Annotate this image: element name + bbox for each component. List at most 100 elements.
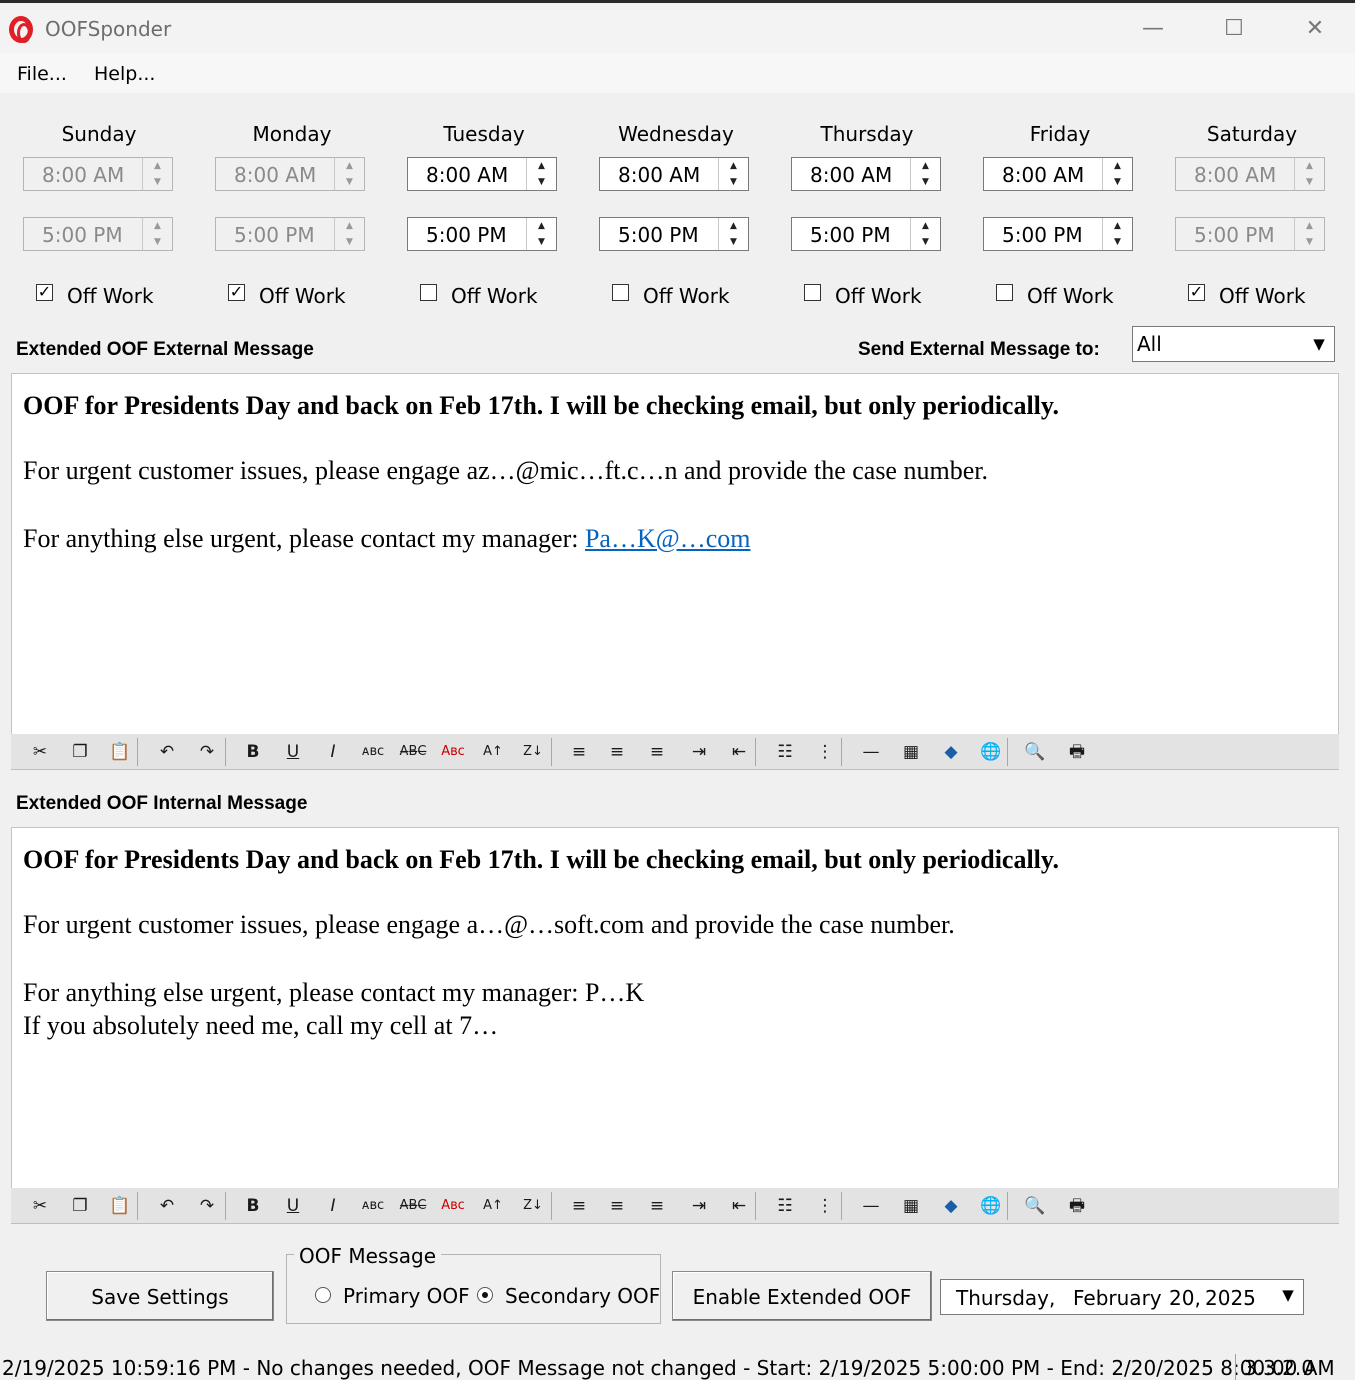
strikethrough-icon[interactable]: A̶B̶C̶: [397, 736, 429, 768]
table-icon[interactable]: ▦: [895, 736, 927, 768]
redo-icon[interactable]: ↷: [191, 1190, 223, 1222]
numbered-list-icon[interactable]: ⋮: [809, 1190, 841, 1222]
align-right-icon[interactable]: ≡: [641, 736, 673, 768]
spin-up-icon[interactable]: ▲: [911, 218, 940, 234]
horizontal-rule-icon[interactable]: —: [855, 1190, 887, 1222]
spin-down-icon[interactable]: ▼: [1103, 174, 1132, 190]
time-spinner[interactable]: ▲ ▼: [910, 218, 940, 250]
shrink-font-icon[interactable]: Z↓: [517, 1190, 549, 1222]
find-icon[interactable]: 🔍: [1019, 1190, 1051, 1222]
spin-up-icon[interactable]: ▲: [1295, 158, 1324, 174]
table-icon[interactable]: ▦: [895, 1190, 927, 1222]
checkbox-box[interactable]: [612, 284, 629, 301]
font-color-icon[interactable]: Aʙᴄ: [437, 1190, 469, 1222]
spin-up-icon[interactable]: ▲: [143, 218, 172, 234]
start-time-saturday[interactable]: 8:00 AM ▲ ▼: [1175, 157, 1325, 191]
time-spinner[interactable]: ▲ ▼: [142, 158, 172, 190]
underline-icon[interactable]: U: [277, 736, 309, 768]
spin-up-icon[interactable]: ▲: [335, 218, 364, 234]
bullet-list-icon[interactable]: ☷: [769, 736, 801, 768]
horizontal-rule-icon[interactable]: —: [855, 736, 887, 768]
time-spinner[interactable]: ▲ ▼: [910, 158, 940, 190]
print-icon[interactable]: 🖶: [1061, 1190, 1093, 1222]
spin-up-icon[interactable]: ▲: [719, 158, 748, 174]
spin-down-icon[interactable]: ▼: [335, 234, 364, 250]
start-time-sunday[interactable]: 8:00 AM ▲ ▼: [23, 157, 173, 191]
spin-up-icon[interactable]: ▲: [335, 158, 364, 174]
paste-icon[interactable]: 📋: [104, 1190, 136, 1222]
start-time-monday[interactable]: 8:00 AM ▲ ▼: [215, 157, 365, 191]
date-month[interactable]: February: [1073, 1286, 1162, 1310]
end-time-wednesday[interactable]: 5:00 PM ▲ ▼: [599, 217, 749, 251]
copy-icon[interactable]: ❐: [64, 736, 96, 768]
spin-down-icon[interactable]: ▼: [911, 234, 940, 250]
time-spinner[interactable]: ▲ ▼: [1294, 158, 1324, 190]
time-spinner[interactable]: ▲ ▼: [334, 218, 364, 250]
time-spinner[interactable]: ▲ ▼: [526, 158, 556, 190]
align-right-icon[interactable]: ≡: [641, 1190, 673, 1222]
bold-icon[interactable]: B: [237, 736, 269, 768]
outdent-icon[interactable]: ⇤: [723, 736, 755, 768]
grow-font-icon[interactable]: A↑: [477, 736, 509, 768]
cut-icon[interactable]: ✂: [24, 1190, 56, 1222]
time-spinner[interactable]: ▲ ▼: [718, 218, 748, 250]
manager-email-link[interactable]: Pa…K@…com: [585, 524, 750, 553]
chevron-down-icon[interactable]: ▼: [1308, 335, 1330, 355]
spin-down-icon[interactable]: ▼: [527, 234, 556, 250]
copy-icon[interactable]: ❐: [64, 1190, 96, 1222]
spin-down-icon[interactable]: ▼: [143, 234, 172, 250]
menu-help[interactable]: Help...: [94, 63, 155, 85]
italic-icon[interactable]: I: [317, 736, 349, 768]
title-bar[interactable]: OOFSponder — ☐ ✕: [0, 3, 1355, 53]
start-time-wednesday[interactable]: 8:00 AM ▲ ▼: [599, 157, 749, 191]
find-icon[interactable]: 🔍: [1019, 736, 1051, 768]
print-icon[interactable]: 🖶: [1061, 736, 1093, 768]
image-icon[interactable]: ◆: [935, 736, 967, 768]
checkbox-box[interactable]: [804, 284, 821, 301]
save-settings-button[interactable]: Save Settings: [46, 1271, 274, 1321]
spin-down-icon[interactable]: ▼: [911, 174, 940, 190]
checkbox-box[interactable]: ✓: [228, 284, 245, 301]
undo-icon[interactable]: ↶: [151, 1190, 183, 1222]
grow-font-icon[interactable]: A↑: [477, 1190, 509, 1222]
time-spinner[interactable]: ▲ ▼: [334, 158, 364, 190]
start-time-friday[interactable]: 8:00 AM ▲ ▼: [983, 157, 1133, 191]
spin-up-icon[interactable]: ▲: [911, 158, 940, 174]
undo-icon[interactable]: ↶: [151, 736, 183, 768]
shrink-font-icon[interactable]: Z↓: [517, 736, 549, 768]
time-spinner[interactable]: ▲ ▼: [718, 158, 748, 190]
maximize-button[interactable]: ☐: [1214, 13, 1254, 45]
strikethrough-icon[interactable]: A̶B̶C̶: [397, 1190, 429, 1222]
spin-down-icon[interactable]: ▼: [527, 174, 556, 190]
spin-down-icon[interactable]: ▼: [1295, 234, 1324, 250]
align-left-icon[interactable]: ≡: [563, 736, 595, 768]
image-icon[interactable]: ◆: [935, 1190, 967, 1222]
checkbox-box[interactable]: [996, 284, 1013, 301]
checkbox-box[interactable]: [420, 284, 437, 301]
end-time-thursday[interactable]: 5:00 PM ▲ ▼: [791, 217, 941, 251]
spin-up-icon[interactable]: ▲: [143, 158, 172, 174]
external-message-editor[interactable]: OOF for Presidents Day and back on Feb 1…: [11, 373, 1339, 735]
calendar-dropdown-icon[interactable]: ▼: [1277, 1286, 1299, 1306]
indent-icon[interactable]: ⇥: [683, 736, 715, 768]
date-day[interactable]: 20,: [1169, 1286, 1201, 1310]
spin-up-icon[interactable]: ▲: [1103, 158, 1132, 174]
enable-extended-oof-button[interactable]: Enable Extended OOF: [672, 1271, 932, 1321]
spellcheck-icon[interactable]: ᴀʙᴄ: [357, 1190, 389, 1222]
end-time-tuesday[interactable]: 5:00 PM ▲ ▼: [407, 217, 557, 251]
end-date-picker[interactable]: Thursday , February 20, 2025 ▼: [940, 1279, 1304, 1315]
close-button[interactable]: ✕: [1295, 13, 1335, 45]
date-year[interactable]: 2025: [1205, 1286, 1256, 1310]
date-weekday[interactable]: Thursday: [956, 1286, 1049, 1310]
time-spinner[interactable]: ▲ ▼: [1102, 158, 1132, 190]
start-time-tuesday[interactable]: 8:00 AM ▲ ▼: [407, 157, 557, 191]
hyperlink-icon[interactable]: 🌐: [975, 1190, 1007, 1222]
redo-icon[interactable]: ↷: [191, 736, 223, 768]
spin-down-icon[interactable]: ▼: [719, 234, 748, 250]
spin-up-icon[interactable]: ▲: [1103, 218, 1132, 234]
checkbox-box[interactable]: ✓: [36, 284, 53, 301]
spin-up-icon[interactable]: ▲: [719, 218, 748, 234]
spin-down-icon[interactable]: ▼: [1295, 174, 1324, 190]
bullet-list-icon[interactable]: ☷: [769, 1190, 801, 1222]
time-spinner[interactable]: ▲ ▼: [526, 218, 556, 250]
